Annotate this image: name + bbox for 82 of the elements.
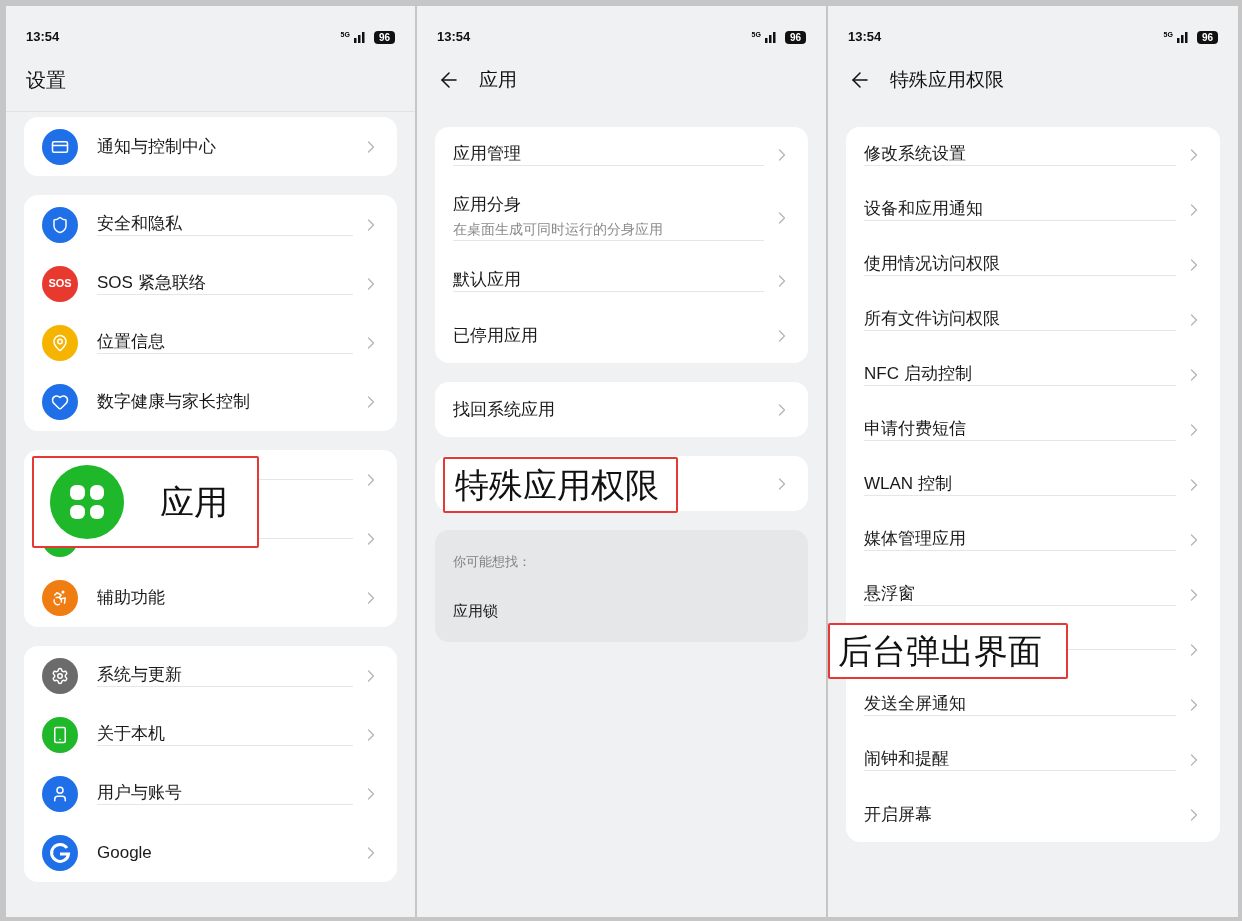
shield-icon <box>42 206 78 243</box>
row-label: NFC 启动控制 <box>864 363 973 385</box>
row-subtitle: 在桌面生成可同时运行的分身应用 <box>453 219 664 239</box>
settings-row[interactable]: 所有文件访问权限 <box>846 292 1220 347</box>
settings-row[interactable]: 辅助功能 <box>24 568 397 627</box>
row-label: 位置信息 <box>97 331 166 353</box>
row-label: 闹钟和提醒 <box>864 748 950 770</box>
row-label: 数字健康与家长控制 <box>97 390 251 413</box>
user-icon <box>42 775 78 812</box>
signal-icon <box>353 31 366 43</box>
settings-row[interactable]: 修改系统设置 <box>846 127 1220 182</box>
row-label: 找回系统应用 <box>453 398 556 421</box>
callout-label: 后台弹出界面 <box>838 630 1042 672</box>
row-label: 已停用应用 <box>453 324 539 347</box>
row-label: 修改系统设置 <box>864 143 967 165</box>
row-label: 设备和应用通知 <box>864 198 984 220</box>
settings-icon <box>42 657 78 694</box>
row-label: 发送全屏通知 <box>864 693 967 715</box>
card-icon <box>42 128 78 165</box>
settings-row[interactable]: 特殊应用权限 <box>435 456 808 511</box>
row-label: 开启屏幕 <box>864 803 933 826</box>
settings-row[interactable]: NFC 启动控制 <box>846 347 1220 402</box>
settings-row[interactable]: 用户与账号 <box>24 764 397 823</box>
settings-row[interactable]: 系统与更新 <box>24 646 397 705</box>
row-label: 媒体管理应用 <box>864 528 967 550</box>
settings-row[interactable]: 通知与控制中心 <box>24 117 397 176</box>
page-title: 设置 <box>26 67 66 93</box>
settings-row[interactable]: 默认应用 <box>435 253 808 308</box>
settings-row[interactable]: 闹钟和提醒 <box>846 732 1220 787</box>
settings-row[interactable]: 应用分身 在桌面生成可同时运行的分身应用 <box>435 182 808 253</box>
row-label: Google <box>97 841 153 864</box>
row-label: 使用情况访问权限 <box>864 253 1001 275</box>
row-label: 申请付费短信 <box>864 418 967 440</box>
row-label: 应用管理 <box>453 143 522 165</box>
settings-row[interactable]: WLAN 控制 <box>846 457 1220 512</box>
signal-icon <box>1176 31 1189 43</box>
settings-row[interactable]: 设备和应用通知 <box>846 182 1220 237</box>
settings-row[interactable]: 安全和隐私 <box>24 195 397 254</box>
settings-row[interactable]: SOS SOS 紧急联络 <box>24 254 397 313</box>
battery-level: 96 <box>1196 30 1218 44</box>
accessibility-icon <box>42 579 78 616</box>
row-label: WLAN 控制 <box>864 473 953 495</box>
settings-row[interactable]: 数字健康与家长控制 <box>24 372 397 431</box>
suggestion-heading: 你可能想找： <box>453 553 532 571</box>
row-label: 系统与更新 <box>97 664 183 686</box>
row-label: 默认应用 <box>453 269 522 291</box>
g-logo-icon <box>42 834 78 871</box>
row-label: 悬浮窗 <box>864 583 916 605</box>
callout-label: 应用 <box>160 481 228 523</box>
row-label: 用户与账号 <box>97 782 183 804</box>
battery-level: 96 <box>373 30 395 44</box>
sos-icon: SOS <box>42 265 78 302</box>
settings-row[interactable]: 应用管理 <box>435 127 808 182</box>
settings-row[interactable]: 已停用应用 <box>435 308 808 363</box>
row-label: SOS 紧急联络 <box>97 272 207 294</box>
settings-row[interactable]: 使用情况访问权限 <box>846 237 1220 292</box>
suggestion-link[interactable]: 应用锁 <box>453 599 790 622</box>
callout-label: 特殊应用权限 <box>455 464 659 506</box>
phone-icon <box>42 716 78 753</box>
settings-row[interactable]: 位置信息 <box>24 313 397 372</box>
settings-row[interactable]: 悬浮窗 <box>846 567 1220 622</box>
row-label: 所有文件访问权限 <box>864 308 1001 330</box>
status-time: 13:54 <box>437 28 471 47</box>
settings-row[interactable]: 媒体管理应用 <box>846 512 1220 567</box>
page-title: 应用 <box>479 67 517 92</box>
row-label: 应用分身 <box>453 194 522 216</box>
page-title: 特殊应用权限 <box>890 67 1004 92</box>
row-label: 辅助功能 <box>97 586 166 609</box>
status-time: 13:54 <box>848 28 882 47</box>
settings-row[interactable]: 找回系统应用 <box>435 382 808 437</box>
row-label: 关于本机 <box>97 723 166 745</box>
settings-row[interactable]: 发送全屏通知 <box>846 677 1220 732</box>
status-time: 13:54 <box>26 28 60 47</box>
row-label: 安全和隐私 <box>97 213 183 235</box>
settings-row[interactable]: 开启屏幕 <box>846 787 1220 842</box>
row-label: 通知与控制中心 <box>97 135 217 158</box>
settings-row[interactable]: 关于本机 <box>24 705 397 764</box>
signal-icon <box>764 31 777 43</box>
battery-level: 96 <box>784 30 806 44</box>
settings-row[interactable]: 申请付费短信 <box>846 402 1220 457</box>
settings-row[interactable]: Google <box>24 823 397 882</box>
pin-icon <box>42 324 78 361</box>
